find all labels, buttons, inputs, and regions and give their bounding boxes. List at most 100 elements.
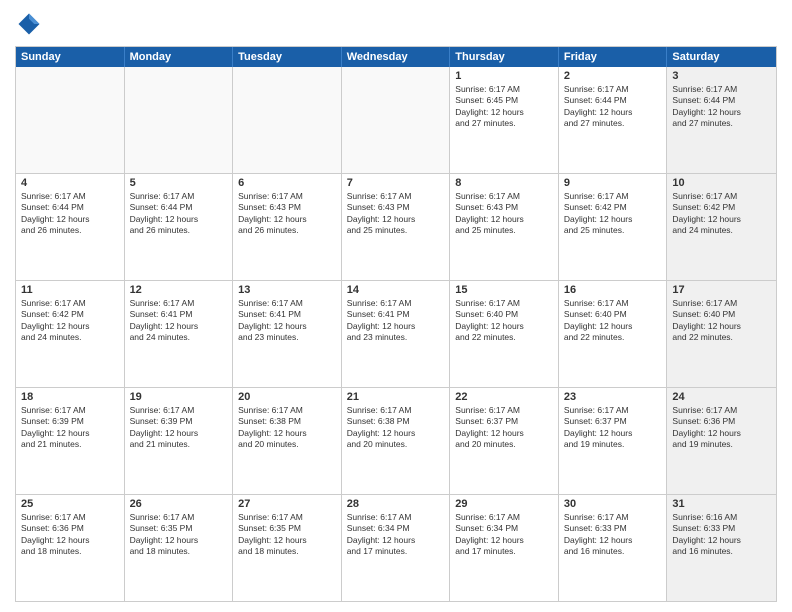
day-number: 20: [238, 391, 336, 403]
calendar-cell-21: 21Sunrise: 6:17 AM Sunset: 6:38 PM Dayli…: [342, 388, 451, 494]
calendar-cell-13: 13 Sunrise: 6:17 AM Sunset: 6:41 PM Dayli…: [233, 281, 342, 387]
day-info: Sunrise: 6:17 AM Sunset: 6:38 PM Dayligh…: [238, 405, 336, 451]
day-info: Sunrise: 6:17 AM Sunset: 6:42 PM Dayligh…: [672, 191, 771, 237]
calendar-cell-empty-0-0: [16, 67, 125, 173]
day-info: Sunrise: 6:17 AM Sunset: 6:39 PM Dayligh…: [130, 405, 228, 451]
calendar-row-2: 11Sunrise: 6:17 AM Sunset: 6:42 PM Dayli…: [16, 280, 776, 387]
day-info: Sunrise: 6:17 AM Sunset: 6:42 PM Dayligh…: [564, 191, 662, 237]
day-number: 29: [455, 498, 553, 510]
calendar-cell-30: 30 Sunrise: 6:17 AM Sunset: 6:33 PM Dayli…: [559, 495, 668, 601]
day-info: Sunrise: 6:17 AM Sunset: 6:44 PM Dayligh…: [21, 191, 119, 237]
day-info: Sunrise: 6:17 AM Sunset: 6:40 PM Dayligh…: [564, 298, 662, 344]
weekday-header-wednesday: Wednesday: [342, 47, 451, 67]
day-info: Sunrise: 6:16 AM Sunset: 6:33 PM Dayligh…: [672, 512, 771, 558]
weekday-header-sunday: Sunday: [16, 47, 125, 67]
day-info: Sunrise: 6:17 AM Sunset: 6:41 PM Dayligh…: [347, 298, 445, 344]
calendar-cell-14: 14 Sunrise: 6:17 AM Sunset: 6:41 PM Dayli…: [342, 281, 451, 387]
calendar-cell-15: 15 Sunrise: 6:17 AM Sunset: 6:40 PM Dayli…: [450, 281, 559, 387]
calendar-cell-20: 20 Sunrise: 6:17 AM Sunset: 6:38 PM Dayli…: [233, 388, 342, 494]
day-number: 19: [130, 391, 228, 403]
day-info: Sunrise: 6:17 AM Sunset: 6:36 PM Dayligh…: [21, 512, 119, 558]
day-info: Sunrise: 6:17 AM Sunset: 6:43 PM Dayligh…: [347, 191, 445, 237]
day-info: Sunrise: 6:17 AM Sunset: 6:43 PM Dayligh…: [455, 191, 553, 237]
calendar-header: SundayMondayTuesdayWednesdayThursdayFrid…: [16, 47, 776, 67]
day-info: Sunrise: 6:17 AM Sunset: 6:35 PM Dayligh…: [238, 512, 336, 558]
day-number: 9: [564, 177, 662, 189]
calendar-cell-23: 23 Sunrise: 6:17 AM Sunset: 6:37 PM Dayli…: [559, 388, 668, 494]
day-number: 8: [455, 177, 553, 189]
calendar-cell-12: 12Sunrise: 6:17 AM Sunset: 6:41 PM Dayli…: [125, 281, 234, 387]
calendar-cell-26: 26 Sunrise: 6:17 AM Sunset: 6:35 PM Dayli…: [125, 495, 234, 601]
day-number: 23: [564, 391, 662, 403]
calendar-cell-9: 9 Sunrise: 6:17 AM Sunset: 6:42 PM Daylig…: [559, 174, 668, 280]
day-info: Sunrise: 6:17 AM Sunset: 6:41 PM Dayligh…: [130, 298, 228, 344]
day-number: 24: [672, 391, 771, 403]
calendar-cell-31: 31Sunrise: 6:16 AM Sunset: 6:33 PM Dayli…: [667, 495, 776, 601]
calendar-body: 1Sunrise: 6:17 AM Sunset: 6:45 PM Daylig…: [16, 67, 776, 601]
day-info: Sunrise: 6:17 AM Sunset: 6:39 PM Dayligh…: [21, 405, 119, 451]
calendar-row-3: 18 Sunrise: 6:17 AM Sunset: 6:39 PM Dayli…: [16, 387, 776, 494]
calendar-cell-17: 17 Sunrise: 6:17 AM Sunset: 6:40 PM Dayli…: [667, 281, 776, 387]
calendar-cell-empty-0-3: [342, 67, 451, 173]
calendar-cell-empty-0-1: [125, 67, 234, 173]
calendar-cell-empty-0-2: [233, 67, 342, 173]
day-info: Sunrise: 6:17 AM Sunset: 6:37 PM Dayligh…: [564, 405, 662, 451]
calendar-cell-16: 16 Sunrise: 6:17 AM Sunset: 6:40 PM Dayli…: [559, 281, 668, 387]
calendar-cell-6: 6 Sunrise: 6:17 AM Sunset: 6:43 PM Daylig…: [233, 174, 342, 280]
logo-icon: [15, 10, 43, 38]
day-number: 25: [21, 498, 119, 510]
day-info: Sunrise: 6:17 AM Sunset: 6:40 PM Dayligh…: [455, 298, 553, 344]
day-number: 3: [672, 70, 771, 82]
calendar-cell-25: 25 Sunrise: 6:17 AM Sunset: 6:36 PM Dayli…: [16, 495, 125, 601]
day-number: 28: [347, 498, 445, 510]
calendar-row-1: 4 Sunrise: 6:17 AM Sunset: 6:44 PM Daylig…: [16, 173, 776, 280]
day-number: 4: [21, 177, 119, 189]
day-number: 2: [564, 70, 662, 82]
calendar-cell-2: 2Sunrise: 6:17 AM Sunset: 6:44 PM Daylig…: [559, 67, 668, 173]
weekday-header-saturday: Saturday: [667, 47, 776, 67]
calendar-cell-5: 5 Sunrise: 6:17 AM Sunset: 6:44 PM Daylig…: [125, 174, 234, 280]
calendar-cell-3: 3 Sunrise: 6:17 AM Sunset: 6:44 PM Daylig…: [667, 67, 776, 173]
day-info: Sunrise: 6:17 AM Sunset: 6:38 PM Dayligh…: [347, 405, 445, 451]
weekday-header-tuesday: Tuesday: [233, 47, 342, 67]
day-number: 16: [564, 284, 662, 296]
day-info: Sunrise: 6:17 AM Sunset: 6:44 PM Dayligh…: [130, 191, 228, 237]
day-info: Sunrise: 6:17 AM Sunset: 6:35 PM Dayligh…: [130, 512, 228, 558]
day-info: Sunrise: 6:17 AM Sunset: 6:37 PM Dayligh…: [455, 405, 553, 451]
calendar-cell-1: 1Sunrise: 6:17 AM Sunset: 6:45 PM Daylig…: [450, 67, 559, 173]
day-number: 26: [130, 498, 228, 510]
day-number: 15: [455, 284, 553, 296]
day-number: 30: [564, 498, 662, 510]
day-number: 18: [21, 391, 119, 403]
day-info: Sunrise: 6:17 AM Sunset: 6:45 PM Dayligh…: [455, 84, 553, 130]
day-number: 27: [238, 498, 336, 510]
day-number: 17: [672, 284, 771, 296]
day-info: Sunrise: 6:17 AM Sunset: 6:43 PM Dayligh…: [238, 191, 336, 237]
day-number: 6: [238, 177, 336, 189]
weekday-header-friday: Friday: [559, 47, 668, 67]
calendar-cell-22: 22 Sunrise: 6:17 AM Sunset: 6:37 PM Dayli…: [450, 388, 559, 494]
day-info: Sunrise: 6:17 AM Sunset: 6:34 PM Dayligh…: [347, 512, 445, 558]
calendar-row-0: 1Sunrise: 6:17 AM Sunset: 6:45 PM Daylig…: [16, 67, 776, 173]
calendar-cell-24: 24Sunrise: 6:17 AM Sunset: 6:36 PM Dayli…: [667, 388, 776, 494]
day-number: 13: [238, 284, 336, 296]
weekday-header-monday: Monday: [125, 47, 234, 67]
calendar-cell-19: 19 Sunrise: 6:17 AM Sunset: 6:39 PM Dayli…: [125, 388, 234, 494]
calendar-cell-4: 4 Sunrise: 6:17 AM Sunset: 6:44 PM Daylig…: [16, 174, 125, 280]
calendar-cell-29: 29 Sunrise: 6:17 AM Sunset: 6:34 PM Dayli…: [450, 495, 559, 601]
day-number: 7: [347, 177, 445, 189]
day-info: Sunrise: 6:17 AM Sunset: 6:33 PM Dayligh…: [564, 512, 662, 558]
day-info: Sunrise: 6:17 AM Sunset: 6:40 PM Dayligh…: [672, 298, 771, 344]
calendar-row-4: 25 Sunrise: 6:17 AM Sunset: 6:36 PM Dayli…: [16, 494, 776, 601]
day-number: 22: [455, 391, 553, 403]
calendar-cell-8: 8 Sunrise: 6:17 AM Sunset: 6:43 PM Daylig…: [450, 174, 559, 280]
calendar-cell-18: 18 Sunrise: 6:17 AM Sunset: 6:39 PM Dayli…: [16, 388, 125, 494]
day-number: 5: [130, 177, 228, 189]
day-number: 10: [672, 177, 771, 189]
day-info: Sunrise: 6:17 AM Sunset: 6:44 PM Dayligh…: [672, 84, 771, 130]
day-info: Sunrise: 6:17 AM Sunset: 6:41 PM Dayligh…: [238, 298, 336, 344]
weekday-header-thursday: Thursday: [450, 47, 559, 67]
calendar-cell-10: 10 Sunrise: 6:17 AM Sunset: 6:42 PM Dayli…: [667, 174, 776, 280]
day-info: Sunrise: 6:17 AM Sunset: 6:34 PM Dayligh…: [455, 512, 553, 558]
day-number: 14: [347, 284, 445, 296]
